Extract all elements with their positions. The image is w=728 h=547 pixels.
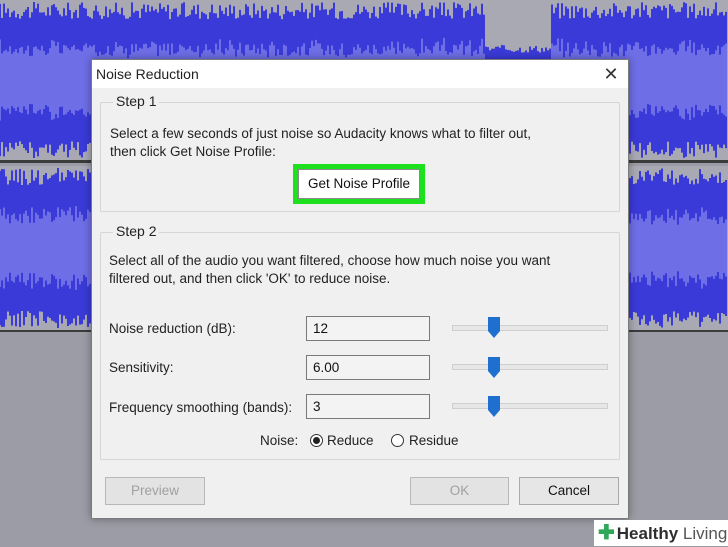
- watermark: ✚ Healthy Living: [594, 520, 728, 546]
- radio-residue-label[interactable]: Residue: [409, 433, 459, 448]
- step2-legend: Step 2: [113, 223, 160, 239]
- step2-desc-line1: Select all of the audio you want filtere…: [109, 253, 551, 268]
- sensitivity-input[interactable]: 6.00: [306, 355, 430, 380]
- get-noise-profile-button[interactable]: Get Noise Profile: [298, 169, 420, 199]
- sensitivity-label: Sensitivity:: [109, 360, 174, 375]
- frequency-smoothing-slider[interactable]: [452, 403, 608, 409]
- noise-reduction-label: Noise reduction (dB):: [109, 321, 236, 336]
- cancel-button[interactable]: Cancel: [519, 477, 619, 505]
- noise-reduction-slider[interactable]: [452, 325, 608, 331]
- frequency-smoothing-input[interactable]: 3: [306, 394, 430, 419]
- dialog-title: Noise Reduction: [96, 66, 199, 82]
- noise-label: Noise:: [260, 433, 299, 448]
- frequency-smoothing-slider-thumb[interactable]: [487, 396, 500, 417]
- frequency-smoothing-label: Frequency smoothing (bands):: [109, 400, 293, 415]
- close-icon[interactable]: ✕: [600, 63, 622, 85]
- step1-desc-line2: then click Get Noise Profile:: [110, 144, 276, 159]
- step1-desc-line1: Select a few seconds of just noise so Au…: [110, 126, 531, 141]
- step1-legend: Step 1: [113, 93, 160, 109]
- radio-reduce-label[interactable]: Reduce: [327, 433, 374, 448]
- radio-reduce[interactable]: [310, 434, 323, 447]
- watermark-brand-suffix: Living: [682, 524, 728, 543]
- preview-button[interactable]: Preview: [105, 477, 205, 505]
- watermark-brand: Healthy: [616, 524, 679, 543]
- noise-reduction-dialog: Noise Reduction ✕ Step 1 Select a few se…: [91, 59, 629, 519]
- plus-cross-icon: ✚: [598, 522, 615, 544]
- radio-residue[interactable]: [391, 434, 404, 447]
- sensitivity-slider-thumb[interactable]: [487, 357, 500, 378]
- step2-desc-line2: filtered out, and then click 'OK' to red…: [109, 271, 391, 286]
- ok-button[interactable]: OK: [410, 477, 509, 505]
- noise-reduction-input[interactable]: 12: [306, 316, 430, 341]
- get-noise-profile-highlight: Get Noise Profile: [293, 164, 425, 204]
- noise-reduction-slider-thumb[interactable]: [487, 317, 500, 338]
- dialog-titlebar: Noise Reduction ✕: [92, 60, 628, 88]
- sensitivity-slider[interactable]: [452, 364, 608, 370]
